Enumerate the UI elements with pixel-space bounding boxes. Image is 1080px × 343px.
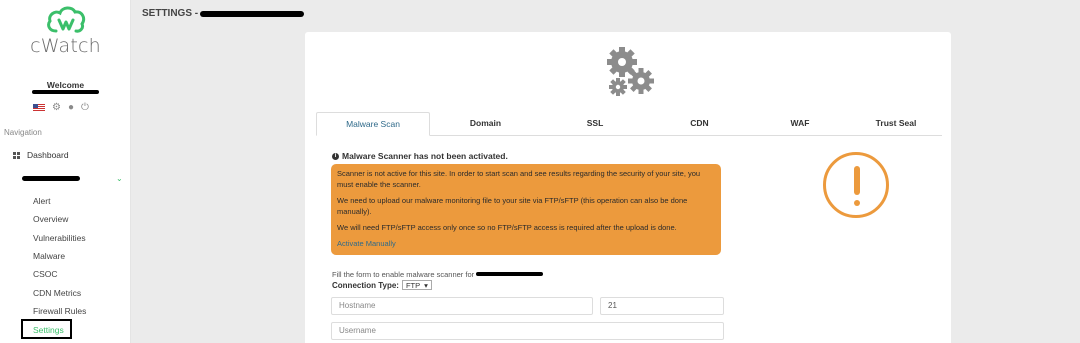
redacted-site-name[interactable] <box>22 176 80 181</box>
alert-paragraph: Scanner is not active for this site. In … <box>337 169 701 189</box>
activate-manually-link[interactable]: Activate Manually <box>337 239 396 248</box>
connection-type-value: FTP <box>405 281 421 290</box>
redacted-domain <box>200 11 304 17</box>
dashboard-icon <box>13 151 20 159</box>
welcome-label: Welcome <box>46 80 85 90</box>
gears-icon <box>607 47 654 96</box>
port-input[interactable]: 21 <box>600 297 724 315</box>
logo[interactable]: cWatch <box>0 6 131 57</box>
settings-tabs: Malware Scan Domain SSL CDN WAF Trust Se… <box>316 112 942 136</box>
sidebar-item-firewall-rules[interactable]: Firewall Rules <box>33 306 86 316</box>
chevron-down-icon[interactable]: ⌄ <box>116 174 123 183</box>
page-title: SETTINGS - <box>142 8 199 19</box>
redacted-username <box>32 90 99 94</box>
tab-waf[interactable]: WAF <box>750 112 850 135</box>
redacted-form-domain <box>476 272 543 276</box>
sidebar-item-dashboard[interactable]: Dashboard <box>13 150 69 160</box>
nav-heading: Navigation <box>4 128 42 137</box>
tab-domain[interactable]: Domain <box>430 112 541 135</box>
sidebar-item-overview[interactable]: Overview <box>33 214 68 224</box>
dropdown-arrow-icon: ▾ <box>424 281 428 290</box>
sidebar: cWatch Welcome ⚙ ● ⏻ Navigation Dashboar… <box>0 0 131 343</box>
gear-icon[interactable]: ⚙ <box>52 103 61 113</box>
app-name: cWatch <box>30 35 101 57</box>
sidebar-item-vulnerabilities[interactable]: Vulnerabilities <box>33 233 86 243</box>
sidebar-item-settings[interactable]: Settings <box>33 325 64 335</box>
sidebar-item-alert[interactable]: Alert <box>33 196 50 206</box>
form-note: Fill the form to enable malware scanner … <box>332 270 474 279</box>
sidebar-item-cdn-metrics[interactable]: CDN Metrics <box>33 288 81 298</box>
sidebar-item-label: Dashboard <box>27 150 69 160</box>
exclamation-circle-icon <box>823 152 889 218</box>
user-icon[interactable]: ● <box>68 103 74 113</box>
info-icon: i <box>332 152 339 160</box>
connection-type-select[interactable]: FTP ▾ <box>401 280 432 290</box>
tab-cdn[interactable]: CDN <box>649 112 750 135</box>
us-flag-icon[interactable] <box>33 104 45 112</box>
alert-paragraph: We will need FTP/sFTP access only once s… <box>337 223 677 232</box>
user-icons: ⚙ ● ⏻ <box>33 103 89 113</box>
scanner-alert-box: Scanner is not active for this site. In … <box>331 164 721 255</box>
tab-malware-scan[interactable]: Malware Scan <box>316 112 430 136</box>
cloud-logo-icon <box>46 6 85 33</box>
sidebar-item-malware[interactable]: Malware <box>33 251 65 261</box>
hostname-input[interactable]: Hostname <box>331 297 593 315</box>
tab-trust-seal[interactable]: Trust Seal <box>850 112 942 135</box>
tab-ssl[interactable]: SSL <box>541 112 649 135</box>
form-note-text: Fill the form to enable malware scanner … <box>332 270 475 279</box>
settings-card: Malware Scan Domain SSL CDN WAF Trust Se… <box>305 32 951 343</box>
scanner-status-text: Malware Scanner has not been activated. <box>342 151 508 161</box>
alert-paragraph: We need to upload our malware monitoring… <box>337 196 688 216</box>
connection-type: Connection Type: FTP ▾ <box>332 280 432 290</box>
username-input[interactable]: Username <box>331 322 724 340</box>
scanner-status: i Malware Scanner has not been activated… <box>332 151 508 161</box>
power-icon[interactable]: ⏻ <box>81 103 89 113</box>
sidebar-item-csoc[interactable]: CSOC <box>33 269 58 279</box>
connection-type-label: Connection Type: <box>332 280 399 290</box>
